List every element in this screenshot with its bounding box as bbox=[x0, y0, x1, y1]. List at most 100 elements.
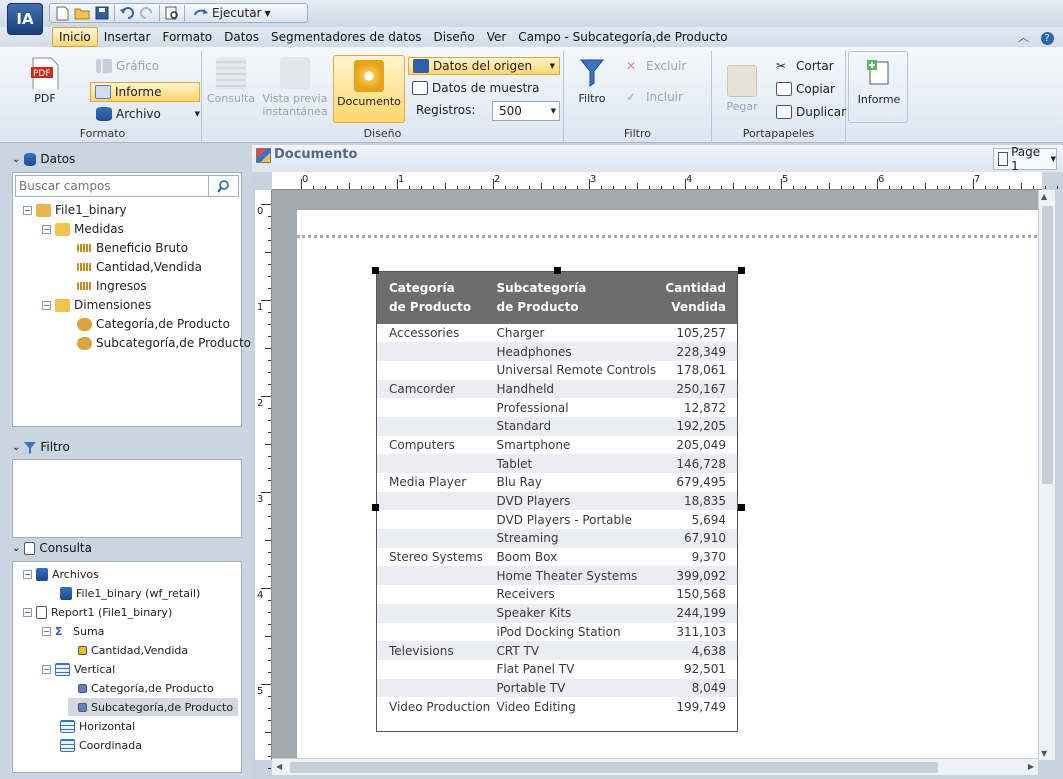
filtro-button[interactable]: Filtro bbox=[572, 57, 612, 105]
resize-handle[interactable] bbox=[738, 504, 745, 511]
consulta-button[interactable]: Consulta bbox=[206, 57, 256, 105]
archivo-button[interactable]: Archivo ▼ bbox=[96, 107, 200, 121]
header-categoria[interactable]: Categoría de Producto bbox=[377, 272, 497, 324]
collapse-icon[interactable]: ⌄ bbox=[12, 543, 20, 554]
tab-inicio[interactable]: Inicio bbox=[52, 27, 98, 47]
table-row[interactable]: Home Theater Systems 399,092 bbox=[376, 566, 738, 586]
table-row[interactable]: Tablet 146,728 bbox=[376, 454, 738, 473]
collapse-icon[interactable]: ⌄ bbox=[12, 154, 20, 165]
resize-handle[interactable] bbox=[372, 504, 379, 511]
open-folder-icon[interactable] bbox=[74, 6, 90, 21]
resize-handle[interactable] bbox=[554, 267, 561, 274]
table-row[interactable]: Media Player Blu Ray 679,495 bbox=[376, 473, 738, 492]
header-cantidad[interactable]: Cantidad Vendida bbox=[656, 272, 737, 324]
vertical-scrollbar[interactable]: ▲ ▼ bbox=[1038, 190, 1055, 760]
cortar-button[interactable]: ✂ Cortar bbox=[776, 59, 834, 73]
table-row[interactable]: Accessories Charger 105,257 bbox=[376, 323, 738, 343]
table-row[interactable]: Stereo Systems Boom Box 9,370 bbox=[376, 547, 738, 567]
excluir-button[interactable]: ✕ Excluir bbox=[626, 59, 686, 73]
incluir-button[interactable]: ✓ Incluir bbox=[626, 90, 683, 104]
vista-previa-button[interactable]: Vista previa instantánea bbox=[262, 57, 328, 118]
collapse-ribbon-icon[interactable]: ︿ bbox=[1018, 31, 1029, 44]
search-icon[interactable] bbox=[208, 176, 238, 196]
tree-node-dimensiones[interactable]: − Dimensiones bbox=[42, 296, 151, 314]
collapse-toggle-icon[interactable]: − bbox=[23, 607, 32, 617]
table-row[interactable]: iPod Docking Station 311,103 bbox=[376, 622, 738, 642]
tree-node-horizontal[interactable]: Horizontal bbox=[60, 717, 135, 735]
collapse-icon[interactable]: ⌄ bbox=[12, 442, 20, 453]
tree-node-measure[interactable]: Beneficio Bruto bbox=[77, 239, 188, 257]
scroll-left-icon[interactable]: ◀ bbox=[276, 762, 282, 771]
informe-button[interactable]: Informe bbox=[851, 58, 907, 106]
page-selector[interactable]: Page 1 ▼ bbox=[993, 145, 1057, 173]
tree-node-dimension[interactable]: Categoría,de Producto bbox=[77, 315, 230, 333]
collapse-toggle-icon[interactable]: − bbox=[42, 224, 51, 234]
tree-node-file1[interactable]: − File1_binary bbox=[23, 201, 127, 219]
table-row[interactable]: Headphones 228,349 bbox=[376, 342, 738, 361]
tree-node-vertical[interactable]: − Vertical bbox=[42, 660, 115, 678]
tree-node-measure[interactable]: Cantidad,Vendida bbox=[77, 258, 202, 276]
copiar-button[interactable]: Copiar bbox=[776, 82, 835, 96]
table-row[interactable]: Portable TV 8,049 bbox=[376, 678, 738, 698]
pdf-button[interactable]: PDF PDF bbox=[22, 57, 68, 105]
save-icon[interactable] bbox=[94, 6, 110, 21]
scroll-right-icon[interactable]: ▶ bbox=[1028, 762, 1034, 771]
tree-node-measure[interactable]: Ingresos bbox=[77, 277, 147, 295]
grafico-button[interactable]: Gráfico bbox=[96, 59, 159, 73]
tree-node-suma[interactable]: − Σ Suma bbox=[42, 622, 104, 640]
tree-node-field-selected[interactable]: Subcategoría,de Producto bbox=[68, 698, 238, 716]
help-icon[interactable]: ? bbox=[1040, 32, 1054, 45]
tab-ver[interactable]: Ver bbox=[481, 28, 513, 46]
table-row[interactable]: Flat Panel TV 92,501 bbox=[376, 659, 738, 679]
tree-node-medidas[interactable]: − Medidas bbox=[42, 220, 124, 238]
documento-button[interactable]: Documento bbox=[333, 55, 405, 123]
collapse-toggle-icon[interactable]: − bbox=[23, 205, 32, 215]
undo-icon[interactable] bbox=[119, 6, 135, 21]
collapse-toggle-icon[interactable]: − bbox=[23, 569, 32, 579]
new-file-icon[interactable] bbox=[54, 6, 70, 21]
tree-node-field[interactable]: Cantidad,Vendida bbox=[78, 641, 188, 659]
tree-node-archivos[interactable]: − Archivos bbox=[23, 565, 99, 583]
filtro-panel[interactable] bbox=[12, 459, 242, 538]
tab-formato[interactable]: Formato bbox=[156, 28, 218, 46]
table-row[interactable]: Receivers 150,568 bbox=[376, 585, 738, 604]
tree-node-report[interactable]: − Report1 (File1_binary) bbox=[23, 603, 172, 621]
scroll-down-icon[interactable]: ▼ bbox=[1041, 749, 1047, 758]
registros-select[interactable]: 500 ▼ bbox=[492, 101, 560, 121]
informe-format-button[interactable]: Informe bbox=[90, 82, 200, 102]
horizontal-scrollbar[interactable]: ◀ ▶ bbox=[272, 758, 1038, 775]
collapse-toggle-icon[interactable]: − bbox=[42, 300, 51, 310]
header-subcategoria[interactable]: Subcategoría de Producto bbox=[497, 272, 657, 324]
resize-handle[interactable] bbox=[372, 267, 379, 274]
table-row[interactable]: Computers Smartphone 205,049 bbox=[376, 435, 738, 455]
collapse-toggle-icon[interactable]: − bbox=[42, 626, 51, 636]
resize-handle[interactable] bbox=[738, 267, 745, 274]
tree-node-coordinada[interactable]: Coordinada bbox=[60, 736, 142, 754]
app-logo[interactable]: IA bbox=[7, 3, 43, 35]
table-row[interactable]: Professional 12,872 bbox=[376, 398, 738, 417]
scroll-thumb[interactable] bbox=[1042, 206, 1053, 484]
datos-muestra-button[interactable]: Datos de muestra bbox=[412, 81, 539, 95]
duplicar-button[interactable]: Duplicar bbox=[776, 105, 846, 119]
preview-icon[interactable] bbox=[164, 6, 180, 21]
tab-diseno[interactable]: Diseño bbox=[428, 28, 481, 46]
collapse-toggle-icon[interactable]: − bbox=[42, 664, 51, 674]
scroll-up-icon[interactable]: ▲ bbox=[1041, 192, 1047, 201]
tab-insertar[interactable]: Insertar bbox=[98, 28, 157, 46]
table-row[interactable]: Camcorder Handheld 250,167 bbox=[376, 379, 738, 399]
table-row[interactable]: Standard 192,205 bbox=[376, 416, 738, 436]
scroll-thumb[interactable] bbox=[290, 762, 938, 773]
tab-campo[interactable]: Campo - Subcategoría,de Producto bbox=[512, 28, 733, 46]
report-table-container[interactable]: Categoría de Producto Subcategoría de Prod… bbox=[372, 267, 745, 733]
redo-icon[interactable] bbox=[139, 6, 155, 21]
tab-datos[interactable]: Datos bbox=[218, 28, 265, 46]
tree-node-field[interactable]: Categoría,de Producto bbox=[78, 679, 214, 697]
pegar-button[interactable]: Pegar bbox=[722, 65, 762, 113]
datos-origen-dropdown[interactable]: Datos del origen ▼ bbox=[408, 57, 560, 75]
run-button[interactable]: Ejecutar ▼ bbox=[189, 6, 275, 20]
table-row[interactable]: Video Production Video Editing 199,749 bbox=[376, 697, 738, 716]
table-row[interactable]: Universal Remote Controls 178,061 bbox=[376, 360, 738, 380]
table-row[interactable]: DVD Players 18,835 bbox=[376, 491, 738, 511]
tab-segmentadores[interactable]: Segmentadores de datos bbox=[265, 28, 428, 46]
tree-node-dimension[interactable]: Subcategoría,de Producto bbox=[77, 334, 251, 352]
